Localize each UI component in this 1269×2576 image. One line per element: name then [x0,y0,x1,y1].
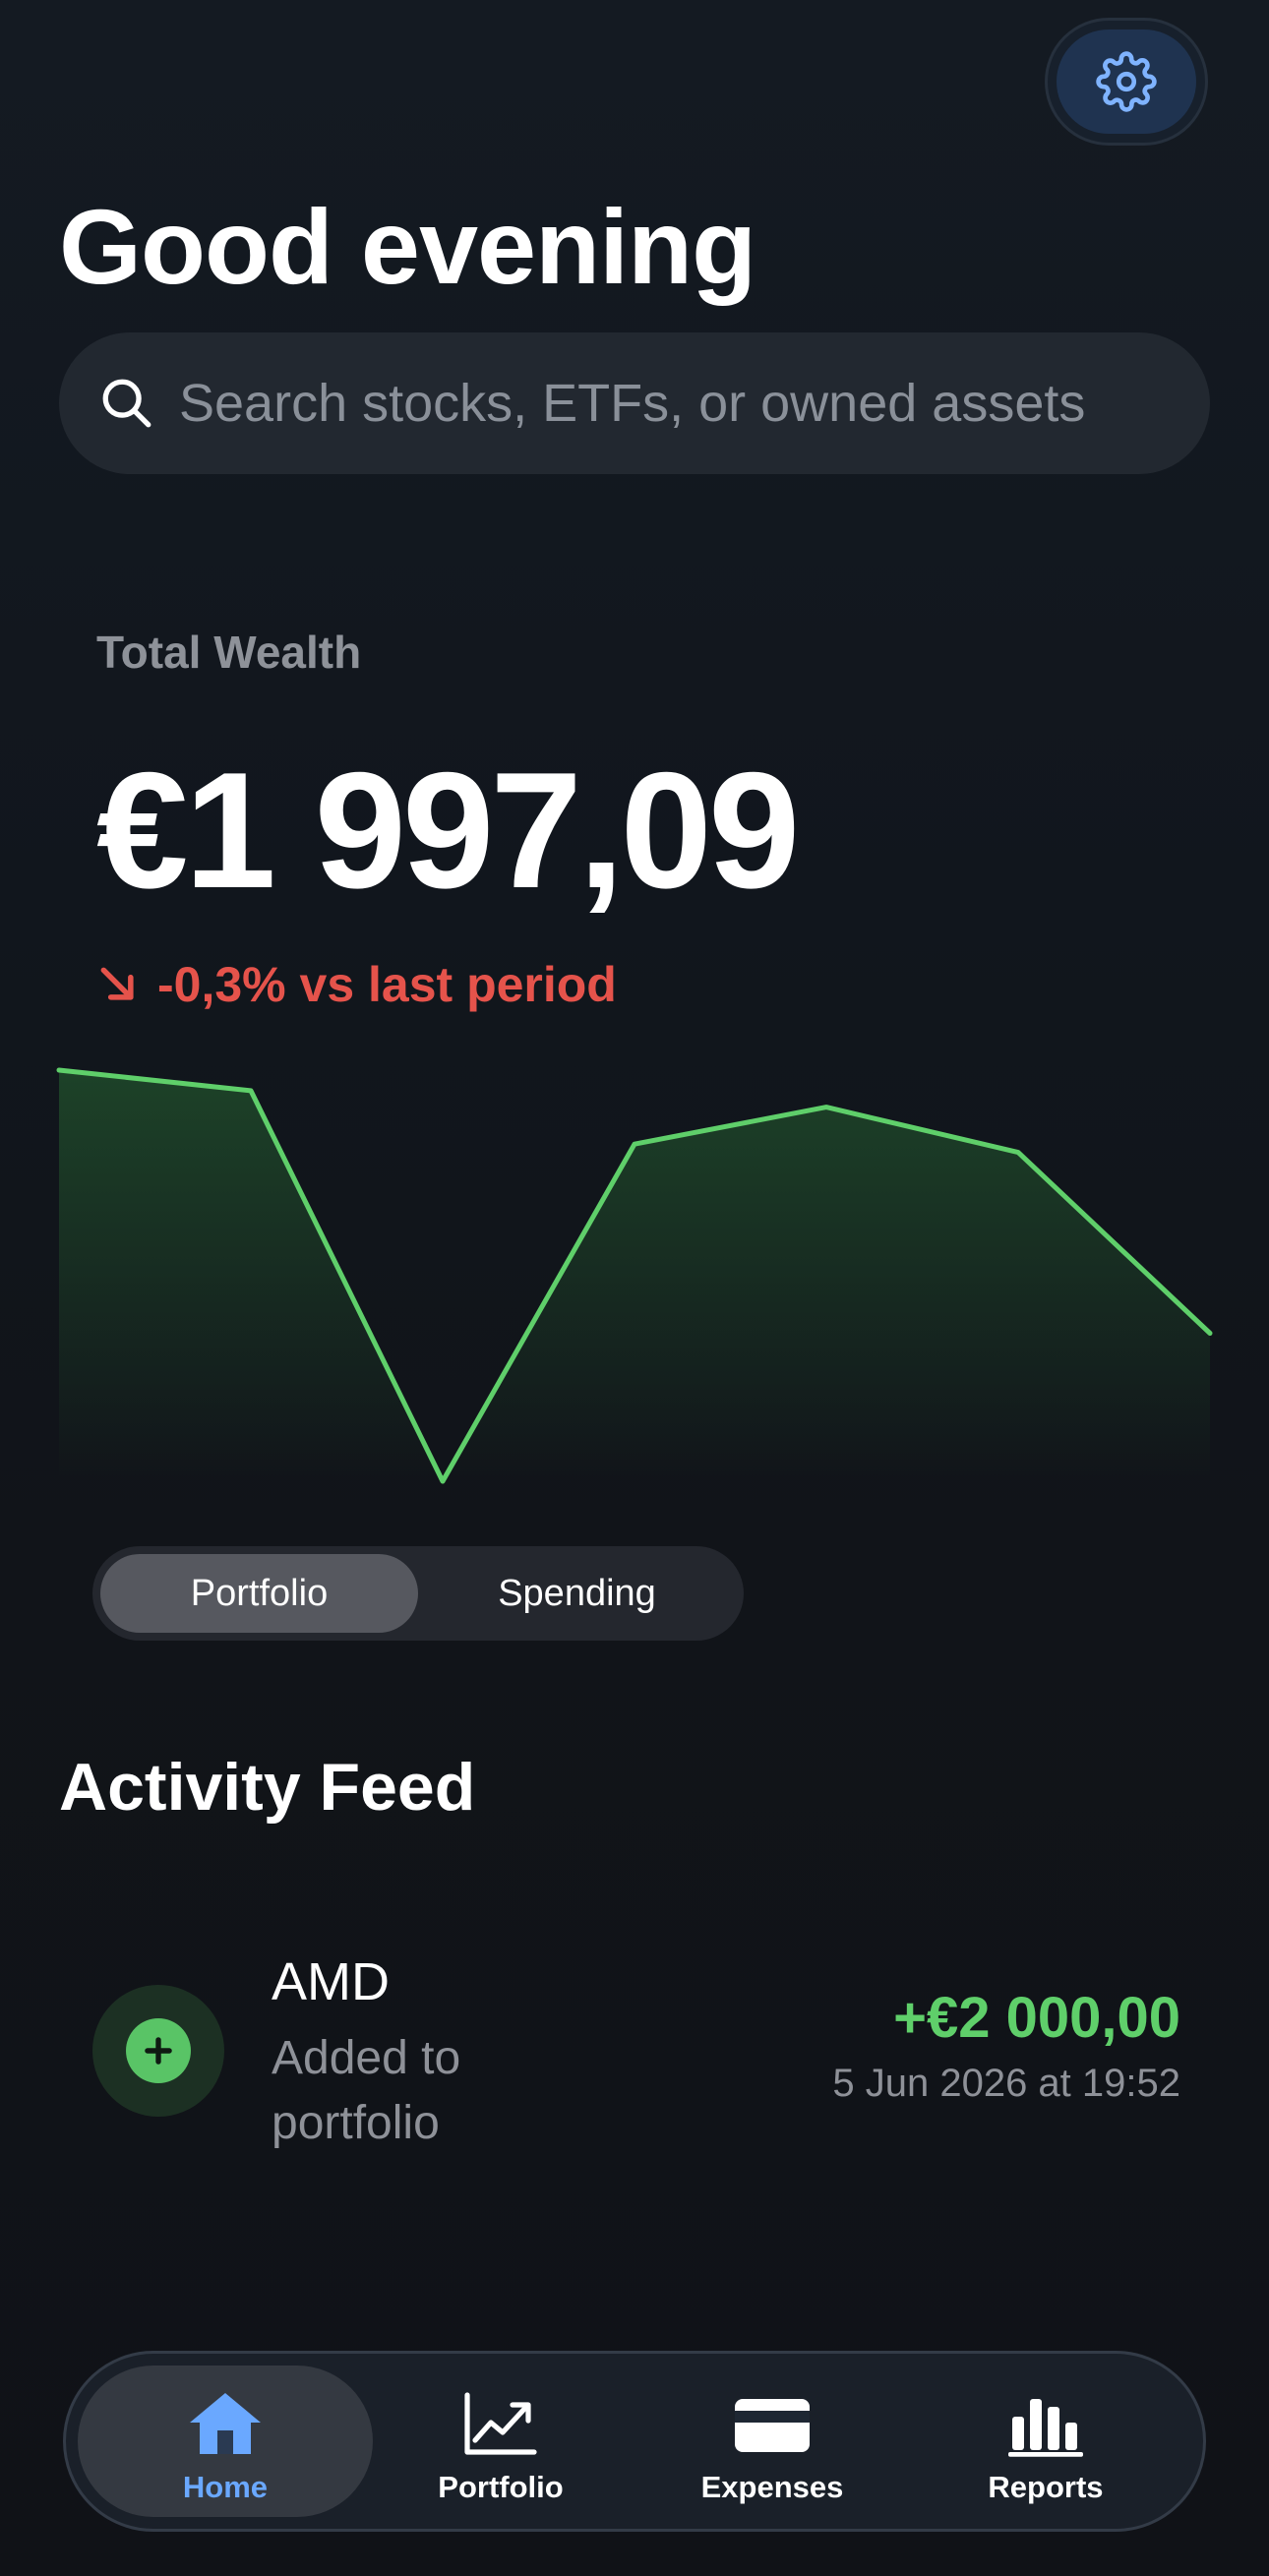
tab-expenses[interactable]: Expenses [634,2389,910,2507]
chart-line-icon [464,2392,537,2455]
gear-icon [1096,51,1157,112]
search-input[interactable]: Search stocks, ETFs, or owned assets [59,332,1210,474]
arrow-down-right-icon [100,967,134,1000]
feed-icon-badge [92,1985,224,2117]
feed-timestamp: 5 Jun 2026 at 19:52 [832,2062,1180,2105]
feed-amount: +€2 000,00 [893,1986,1180,2050]
search-placeholder: Search stocks, ETFs, or owned assets [179,374,1086,433]
segment-portfolio[interactable]: Portfolio [100,1554,418,1633]
total-wealth-label: Total Wealth [96,627,362,678]
card-icon [735,2399,810,2452]
bar-chart-icon [1008,2399,1083,2457]
tab-home[interactable]: Home [88,2389,363,2507]
wealth-change-text: -0,3% vs last period [157,957,617,1012]
activity-feed-title: Activity Feed [59,1750,476,1825]
settings-button[interactable] [1045,18,1208,146]
tab-portfolio-label: Portfolio [438,2470,564,2504]
plus-icon [126,2018,191,2083]
tab-reports[interactable]: Reports [908,2389,1183,2507]
home-icon [190,2393,261,2454]
list-item[interactable]: AMD Added to portfolio +€2 000,00 5 Jun … [92,1938,1180,2164]
page-title: Good evening [59,187,756,306]
search-icon [102,379,151,428]
wealth-chart [56,1067,1213,1484]
tab-bar: Home Portfolio Expenses Reports [63,2351,1206,2532]
settings-button-inner [1057,30,1196,134]
wealth-change: -0,3% vs last period [96,956,617,1013]
chart-area-fill [59,1070,1210,1481]
chart-mode-toggle[interactable]: Portfolio Spending [92,1546,744,1641]
feed-asset-name: AMD [272,1952,390,2011]
tab-reports-label: Reports [988,2470,1104,2504]
tab-portfolio[interactable]: Portfolio [363,2389,638,2507]
feed-description: Added to portfolio [272,2032,461,2149]
tab-home-label: Home [182,2470,269,2504]
segment-spending[interactable]: Spending [418,1554,736,1633]
total-wealth-value: €1 997,09 [96,738,800,923]
tab-expenses-label: Expenses [700,2470,844,2504]
